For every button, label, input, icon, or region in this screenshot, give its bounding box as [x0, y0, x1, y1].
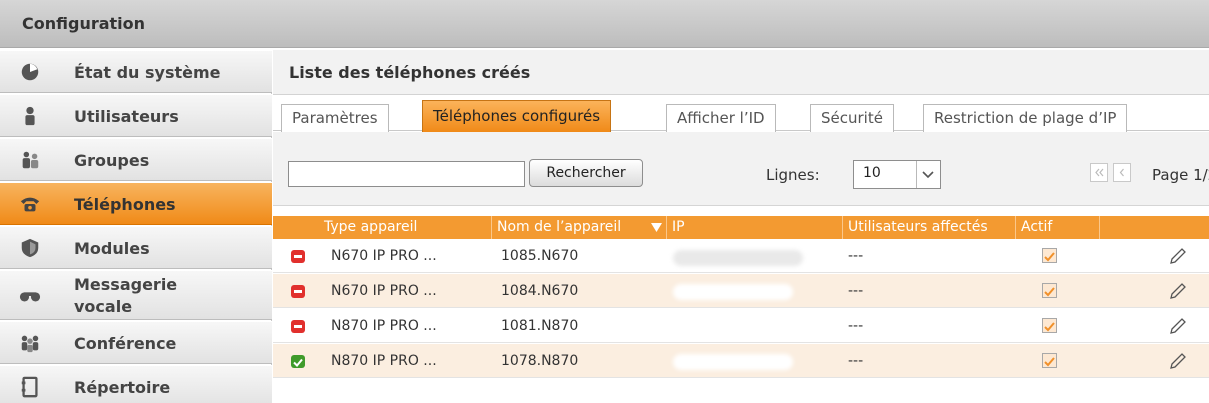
sidebar-item-label: Groupes [74, 151, 150, 170]
cell-name: 1078.N870 [501, 353, 579, 369]
phone-icon [20, 197, 40, 212]
sidebar-item-label: Répertoire [74, 378, 171, 397]
cell-users: --- [848, 318, 864, 334]
sidebar-item-conference[interactable]: Conférence [0, 321, 272, 364]
search-input[interactable] [288, 161, 525, 187]
edit-icon[interactable] [1168, 246, 1188, 266]
conference-icon [21, 335, 39, 353]
column-header-nom[interactable]: Nom de l’appareil [493, 216, 667, 239]
sidebar: État du système Utilisateurs Groupes Tél… [0, 50, 272, 403]
status-inactive-icon [291, 285, 305, 298]
page-title: Liste des téléphones créés [289, 63, 531, 82]
pie-chart-icon [21, 63, 39, 81]
sidebar-item-label: Conférence [74, 334, 177, 353]
active-checkbox[interactable] [1042, 283, 1057, 298]
table-row[interactable]: N670 IP PRO ... 1085.N670 --- [273, 239, 1209, 273]
status-inactive-icon [291, 320, 305, 333]
active-checkbox[interactable] [1042, 353, 1057, 368]
sidebar-item-messagerie[interactable]: Messagerie vocale [0, 270, 272, 320]
column-header-utilisateurs[interactable]: Utilisateurs affectés [844, 216, 1016, 239]
cell-name: 1085.N670 [501, 248, 579, 264]
chevron-down-icon [916, 161, 940, 188]
cell-type: N870 IP PRO ... [331, 318, 437, 334]
directory-icon [21, 376, 38, 398]
sidebar-item-label: Téléphones [74, 195, 176, 214]
sidebar-item-utilisateurs[interactable]: Utilisateurs [0, 94, 272, 137]
active-checkbox[interactable] [1042, 318, 1057, 333]
sidebar-item-label: Modules [74, 239, 150, 258]
voicemail-icon [19, 292, 41, 302]
tab-securite[interactable]: Sécurité [810, 104, 894, 132]
edit-icon[interactable] [1168, 351, 1188, 371]
column-header-ip[interactable]: IP [668, 216, 843, 239]
search-button[interactable]: Rechercher [529, 159, 643, 187]
sidebar-item-label: État du système [74, 63, 221, 82]
search-toolbar: Rechercher Lignes: 10 Page 1/2 [273, 132, 1209, 206]
tab-afficher-id[interactable]: Afficher l’ID [666, 104, 776, 132]
page-section-title: Configuration [22, 14, 146, 33]
sort-down-icon [651, 223, 662, 232]
sidebar-item-etat-systeme[interactable]: État du système [0, 50, 272, 93]
cell-users: --- [848, 283, 864, 299]
status-inactive-icon [291, 250, 305, 263]
redacted-ip [673, 284, 793, 300]
edit-icon[interactable] [1168, 316, 1188, 336]
user-icon [25, 106, 35, 126]
first-page-icon[interactable] [1090, 163, 1108, 182]
header-bar: Configuration [0, 0, 1209, 48]
redacted-ip [673, 250, 803, 266]
sidebar-item-telephones[interactable]: Téléphones [0, 182, 272, 225]
tab-parametres[interactable]: Paramètres [281, 104, 389, 132]
tab-telephones-configures[interactable]: Téléphones configurés [422, 100, 612, 132]
tab-bar: Paramètres Téléphones configurés Affiche… [273, 95, 1209, 132]
cell-name: 1084.N670 [501, 283, 579, 299]
sidebar-item-repertoire[interactable]: Répertoire [0, 365, 272, 403]
column-header-type[interactable]: Type appareil [320, 216, 492, 239]
cell-type: N870 IP PRO ... [331, 353, 437, 369]
previous-page-icon[interactable] [1113, 163, 1131, 182]
shield-icon [21, 238, 39, 258]
cell-type: N670 IP PRO ... [331, 248, 437, 264]
page-indicator: Page 1/2 [1152, 166, 1209, 184]
cell-type: N670 IP PRO ... [331, 283, 437, 299]
tab-restriction-ip[interactable]: Restriction de plage d’IP [923, 104, 1128, 132]
active-checkbox[interactable] [1042, 248, 1057, 263]
status-active-icon [291, 355, 305, 368]
group-icon [22, 151, 39, 169]
cell-name: 1081.N870 [501, 318, 579, 334]
cell-users: --- [848, 353, 864, 369]
table-row[interactable]: N670 IP PRO ... 1084.N670 --- [273, 274, 1209, 308]
sidebar-item-label: Utilisateurs [74, 107, 179, 126]
lines-select[interactable]: 10 [853, 160, 941, 189]
redacted-ip [673, 354, 793, 370]
lines-label: Lignes: [766, 166, 820, 184]
edit-icon[interactable] [1168, 281, 1188, 301]
column-header-actif[interactable]: Actif [1017, 216, 1100, 239]
sidebar-item-label: Messagerie vocale [74, 275, 178, 316]
table-row[interactable]: N870 IP PRO ... 1078.N870 --- [273, 344, 1209, 378]
table-header: Type appareil Nom de l’appareil IP Utili… [273, 216, 1209, 239]
main-panel: Liste des téléphones créés Paramètres Té… [273, 50, 1209, 403]
cell-users: --- [848, 248, 864, 264]
lines-select-value: 10 [863, 165, 881, 181]
sidebar-item-groupes[interactable]: Groupes [0, 138, 272, 181]
content-header: Liste des téléphones créés [273, 50, 1209, 95]
sidebar-item-modules[interactable]: Modules [0, 226, 272, 269]
table-row[interactable]: N870 IP PRO ... 1081.N870 --- [273, 309, 1209, 343]
